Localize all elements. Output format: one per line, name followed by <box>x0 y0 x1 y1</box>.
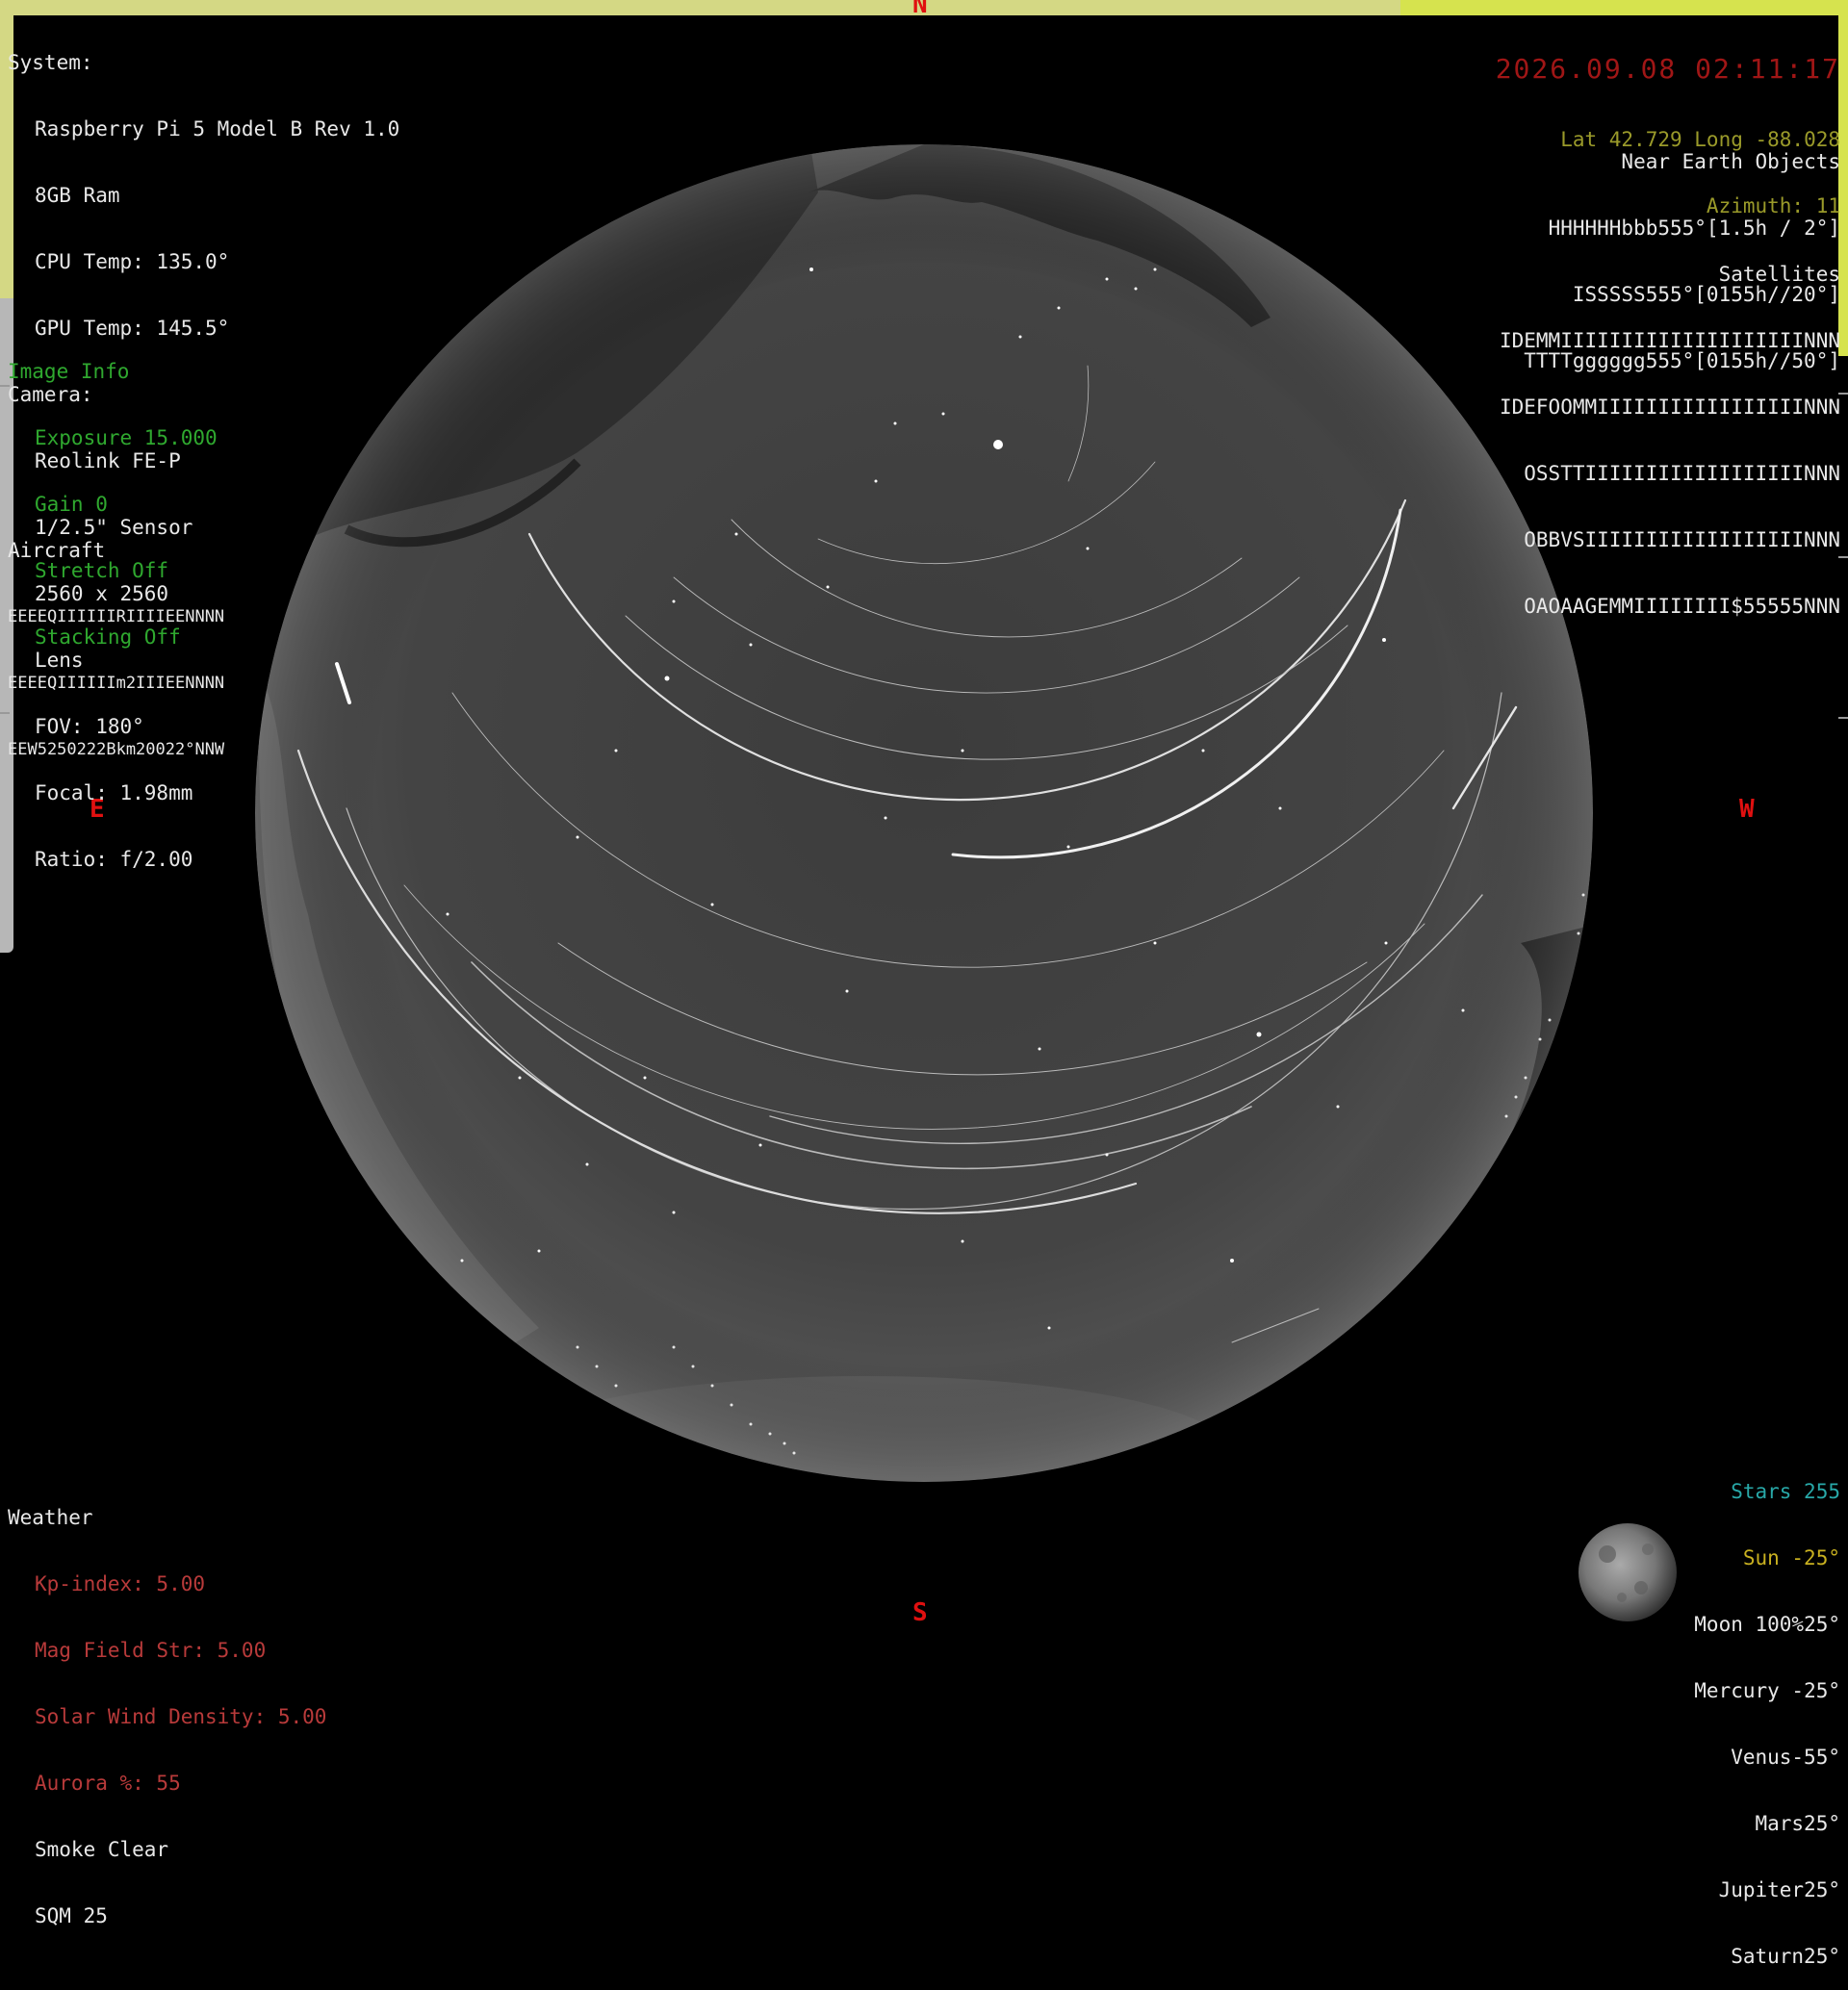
lens-ratio: Ratio: f/2.00 <box>35 848 193 871</box>
datetime-display: 2026.09.08 02:11:17 <box>1495 53 1840 85</box>
satellite-row: OSSTTIIIIIIIIIIIIIIIIIINNN <box>1524 462 1840 485</box>
venus-altitude: Venus-55° <box>1731 1746 1840 1769</box>
compass-south: S <box>912 1598 928 1627</box>
moon-info: Moon 100%25° <box>1694 1613 1840 1636</box>
kp-index: Kp-index: 5.00 <box>35 1572 206 1595</box>
aircraft-row: EEEEQIIIIIIRIIIIEENNNN <box>8 607 225 626</box>
sun-altitude: Sun -25° <box>1742 1546 1840 1569</box>
compass-west: W <box>1739 795 1755 824</box>
satellite-row: OAOAAGEMMIIIIIIII$55555NNN <box>1524 595 1840 618</box>
sqm-value: SQM 25 <box>35 1904 108 1927</box>
satellites-heading: Satellites <box>1718 263 1840 286</box>
system-ram: 8GB Ram <box>35 184 120 207</box>
image-info-heading: Image Info <box>8 360 130 383</box>
cpu-temp: CPU Temp: 135.0° <box>35 250 230 273</box>
aircraft-row: EEW5250222Bkm20022°NNW <box>8 740 225 759</box>
jupiter-altitude: Jupiter25° <box>1718 1878 1840 1901</box>
mars-altitude: Mars25° <box>1755 1812 1840 1835</box>
neo-heading: Near Earth Objects <box>1621 150 1840 173</box>
bodies-panel: Stars 255 Sun -25° Moon 100%25° Mercury … <box>1455 1437 1840 1990</box>
exposure-value: Exposure 15.000 <box>35 426 218 449</box>
aircraft-heading: Aircraft <box>8 539 106 562</box>
system-heading: System: <box>8 51 93 74</box>
aircraft-row: EEEEQIIIIIIm2IIIEENNNN <box>8 674 225 693</box>
system-model: Raspberry Pi 5 Model B Rev 1.0 <box>35 117 400 140</box>
saturn-altitude: Saturn25° <box>1731 1945 1840 1968</box>
weather-panel: Weather Kp-index: 5.00 Mag Field Str: 5.… <box>8 1463 326 1950</box>
weather-heading: Weather <box>8 1506 93 1529</box>
solar-wind-density: Solar Wind Density: 5.00 <box>35 1705 327 1728</box>
lens-focal: Focal: 1.98mm <box>35 781 193 804</box>
aircraft-panel: Aircraft EEEEQIIIIIIRIIIIEENNNN EEEEQIII… <box>8 496 224 783</box>
stars-count: Stars 255 <box>1731 1480 1840 1503</box>
compass-north: N <box>912 0 928 19</box>
smoke-status: Smoke Clear <box>35 1838 169 1861</box>
aurora-percent: Aurora %: 55 <box>35 1772 181 1795</box>
satellite-row: IDEFOOMMIIIIIIIIIIIIIIIIINNN <box>1499 395 1840 419</box>
mag-field-strength: Mag Field Str: 5.00 <box>35 1639 267 1662</box>
satellite-row: OBBVSIIIIIIIIIIIIIIIIIINNN <box>1524 528 1840 551</box>
mercury-altitude: Mercury -25° <box>1694 1679 1840 1702</box>
satellite-row: IDEMMIIIIIIIIIIIIIIIIIIIINNN <box>1499 329 1840 352</box>
satellites-panel: Satellites IDEMMIIIIIIIIIIIIIIIIIIIINNN … <box>1263 219 1840 640</box>
